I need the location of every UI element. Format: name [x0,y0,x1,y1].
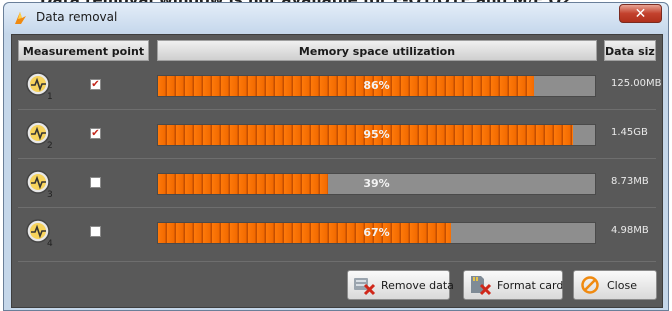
measurement-point-number: 3 [47,190,53,199]
format-card-button[interactable]: Format card [463,270,563,300]
measurement-point-number: 2 [47,141,53,150]
data-size-value: 8.73MB [611,176,649,187]
data-size-value: 4.98MB [611,225,649,236]
remove-data-icon [354,278,376,296]
measurement-point-icon: 1 [26,72,53,101]
memory-utilization-bar: 39% [157,173,596,195]
data-removal-window: Data removal ✕ Measurement point Memory … [3,2,669,311]
memory-utilization-percent: 95% [363,128,390,141]
memory-utilization-bar: 95% [157,124,596,146]
footer-divider [18,261,656,262]
measurement-point-number: 1 [47,92,53,101]
measurement-point-row: 2 ✔ 95% 1.45GB [12,114,662,154]
measurement-point-row: 3 39% 8.73MB [12,163,662,203]
data-size-value: 125.00MB [611,78,662,89]
row-divider [18,207,656,208]
header-measurement-point[interactable]: Measurement point [18,40,149,61]
close-circle-icon [581,276,599,294]
window-title: Data removal [36,10,118,24]
close-label: Close [607,279,637,292]
measurement-point-row: 1 ✔ 86% 125.00MB [12,65,662,105]
row-divider [18,158,656,159]
client-area: Measurement point Memory space utilizati… [11,34,663,308]
memory-utilization-percent: 39% [363,177,390,190]
memory-utilization-percent: 67% [363,226,390,239]
remove-data-button[interactable]: Remove data [347,270,454,300]
measurement-point-number: 4 [47,239,53,248]
memory-utilization-percent: 86% [363,79,390,92]
memory-utilization-bar: 67% [157,222,596,244]
memory-utilization-bar: 86% [157,75,596,97]
measurement-point-checkbox[interactable]: ✔ [90,79,101,90]
measurement-point-checkbox[interactable] [90,177,101,188]
close-button[interactable]: Close [573,270,657,300]
data-size-value: 1.45GB [611,127,648,138]
format-card-label: Format card [497,279,564,292]
header-data-size[interactable]: Data size [604,40,656,61]
app-logo-icon [15,12,26,24]
measurement-point-row: 4 67% 4.98MB [12,212,662,252]
header-memory-utilization[interactable]: Memory space utilization [157,40,597,61]
window-close-button[interactable]: ✕ [619,4,662,23]
row-divider [18,109,656,110]
title-bar[interactable]: Data removal ✕ [4,3,668,33]
measurement-point-icon: 2 [26,121,53,150]
measurement-point-icon: 4 [26,219,53,248]
measurement-point-icon: 3 [26,170,53,199]
measurement-point-checkbox[interactable]: ✔ [90,128,101,139]
format-card-icon [471,276,492,296]
measurement-point-checkbox[interactable] [90,226,101,237]
remove-data-label: Remove data [381,279,454,292]
